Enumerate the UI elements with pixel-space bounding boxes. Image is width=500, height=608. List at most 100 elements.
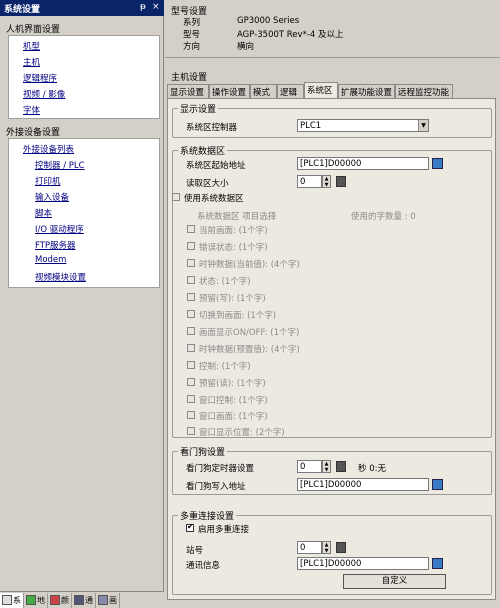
link-video-module[interactable]: 视频模块设置 — [35, 271, 86, 283]
system-area-controller-label: 系统区控制器 — [186, 123, 238, 133]
address-browse-icon[interactable] — [432, 479, 443, 490]
item-checkbox[interactable] — [187, 361, 195, 369]
link-script[interactable]: 脚本 — [35, 207, 52, 219]
item-checkbox[interactable] — [187, 225, 195, 233]
keypad-icon[interactable] — [336, 542, 346, 553]
tab-display-settings[interactable]: 显示设置 — [167, 84, 209, 98]
pin-icon[interactable]: ᵽ — [140, 2, 146, 12]
tab-mode[interactable]: 模式 — [250, 84, 277, 98]
item-label: 当前画面: (1个字) — [199, 226, 268, 236]
item-checkbox[interactable] — [187, 427, 195, 435]
item-checkbox[interactable] — [187, 276, 195, 284]
link-printer[interactable]: 打印机 — [35, 175, 61, 187]
custom-button[interactable]: 自定义 — [343, 574, 446, 589]
panel-title-bar: 系统设置 ᵽ × — [0, 0, 164, 16]
item-checkbox[interactable] — [187, 259, 195, 267]
item-checkbox[interactable] — [187, 411, 195, 419]
close-icon[interactable]: × — [152, 2, 160, 12]
tab-system[interactable]: 系 — [0, 592, 24, 608]
tab-address[interactable]: 地 — [24, 592, 48, 608]
use-system-data-checkbox[interactable] — [172, 193, 180, 201]
item-checkbox[interactable] — [187, 344, 195, 352]
item-label: 窗口控制: (1个字) — [199, 396, 268, 406]
link-ftp-server[interactable]: FTP服务器 — [35, 239, 76, 251]
watchdog-title: 看门狗设置 — [178, 445, 228, 458]
tab-operation-settings[interactable]: 操作设置 — [209, 84, 250, 98]
item-label: 预留(读): (1个字) — [199, 379, 266, 389]
watchdog-address-input[interactable]: [PLC1]D00000 — [297, 478, 429, 491]
watchdog-timer-spinner[interactable]: ▲ ▼ — [322, 460, 331, 473]
link-font[interactable]: 字体 — [23, 104, 40, 116]
item-label: 控制: (1个字) — [199, 362, 251, 372]
orientation-label: 方向 — [183, 42, 201, 52]
screen-icon — [98, 595, 108, 605]
start-address-input[interactable]: [PLC1]D00000 — [297, 157, 429, 170]
model-settings-section: 型号设置 系列 GP3000 Series 型号 AGP-3500T Rev*-… — [165, 0, 500, 58]
read-area-size-label: 读取区大小 — [186, 179, 229, 189]
watchdog-timer-label: 看门狗定时器设置 — [186, 464, 255, 474]
enable-multi-connection-checkbox[interactable] — [186, 522, 194, 532]
model-value: AGP-3500T Rev*-4 及以上 — [237, 30, 344, 40]
chevron-down-icon[interactable]: ▼ — [418, 120, 428, 131]
item-label: 切换到画面: (1个字) — [199, 311, 277, 321]
link-input-device[interactable]: 输入设备 — [35, 191, 69, 203]
system-area-controller-select[interactable]: PLC1 ▼ — [297, 119, 429, 132]
link-modem[interactable]: Modem — [35, 255, 66, 265]
link-host[interactable]: 主机 — [23, 56, 40, 68]
item-label: 时钟数据(当前值): (4个字) — [199, 260, 300, 270]
address-browse-icon[interactable] — [432, 158, 443, 169]
tab-color-label: 颜 — [61, 595, 69, 605]
item-checkbox[interactable] — [187, 293, 195, 301]
link-device-list[interactable]: 外接设备列表 — [23, 143, 74, 155]
comm-info-input[interactable]: [PLC1]D00000 — [297, 557, 429, 570]
tab-system-area[interactable]: 系统区 — [304, 82, 338, 98]
series-label: 系列 — [183, 18, 201, 28]
link-video[interactable]: 视频 / 影像 — [23, 88, 65, 100]
host-settings-title: 主机设置 — [171, 73, 208, 83]
model-label: 型号 — [183, 30, 201, 40]
enable-multi-connection-label: 启用多重连接 — [198, 525, 250, 535]
item-label: 时钟数据(预置值): (4个字) — [199, 345, 300, 355]
station-number-input[interactable]: 0 — [297, 541, 322, 554]
use-system-data-label: 使用系统数据区 — [184, 194, 244, 204]
orientation-value: 横向 — [237, 42, 255, 52]
item-checkbox[interactable] — [187, 310, 195, 318]
system-settings-panel: 系统设置 ᵽ × 人机界面设置 机型 主机 逻辑程序 视频 / 影像 字体 外接… — [0, 0, 164, 608]
read-area-size-input[interactable]: 0 — [297, 175, 322, 188]
keypad-icon[interactable] — [336, 176, 346, 187]
tab-color[interactable]: 颜 — [48, 592, 72, 608]
watchdog-address-label: 看门狗写入地址 — [186, 482, 246, 492]
item-label: 画面显示ON/OFF: (1个字) — [199, 328, 300, 338]
item-selection-label: 系统数据区 项目选择 — [197, 212, 277, 222]
display-settings-title: 显示设置 — [178, 102, 219, 115]
tab-comm[interactable]: 通 — [72, 592, 96, 608]
keypad-icon[interactable] — [336, 461, 346, 472]
comm-icon — [74, 595, 84, 605]
tab-logic[interactable]: 逻辑 — [277, 84, 304, 98]
system-icon — [2, 595, 12, 605]
read-size-spinner[interactable]: ▲ ▼ — [322, 175, 331, 188]
link-logic-program[interactable]: 逻辑程序 — [23, 72, 57, 84]
link-model[interactable]: 机型 — [23, 40, 40, 52]
item-checkbox[interactable] — [187, 395, 195, 403]
link-controller-plc[interactable]: 控制器 / PLC — [35, 159, 85, 171]
tab-address-label: 地 — [37, 595, 45, 605]
link-io-driver[interactable]: I/O 驱动程序 — [35, 223, 84, 235]
address-icon — [26, 595, 36, 605]
item-checkbox[interactable] — [187, 378, 195, 386]
item-checkbox[interactable] — [187, 242, 195, 250]
tab-comm-label: 通 — [85, 595, 93, 605]
station-number-label: 站号 — [186, 546, 204, 556]
station-number-spinner[interactable]: ▲ ▼ — [322, 541, 331, 554]
tab-remote-monitoring[interactable]: 远程监控功能 — [395, 84, 453, 98]
hmi-group-title: 人机界面设置 — [6, 25, 61, 35]
tab-screen[interactable]: 画 — [96, 592, 120, 608]
item-label: 预留(写): (1个字) — [199, 294, 266, 304]
tab-extended-functions[interactable]: 扩展功能设置 — [338, 84, 395, 98]
item-checkbox[interactable] — [187, 327, 195, 335]
watchdog-timer-input[interactable]: 0 — [297, 460, 322, 473]
watchdog-timer-unit: 秒 0:无 — [358, 464, 386, 474]
item-label: 错误状态: (1个字) — [199, 243, 268, 253]
address-browse-icon[interactable] — [432, 558, 443, 569]
hmi-settings-list: 机型 主机 逻辑程序 视频 / 影像 字体 — [8, 35, 160, 119]
